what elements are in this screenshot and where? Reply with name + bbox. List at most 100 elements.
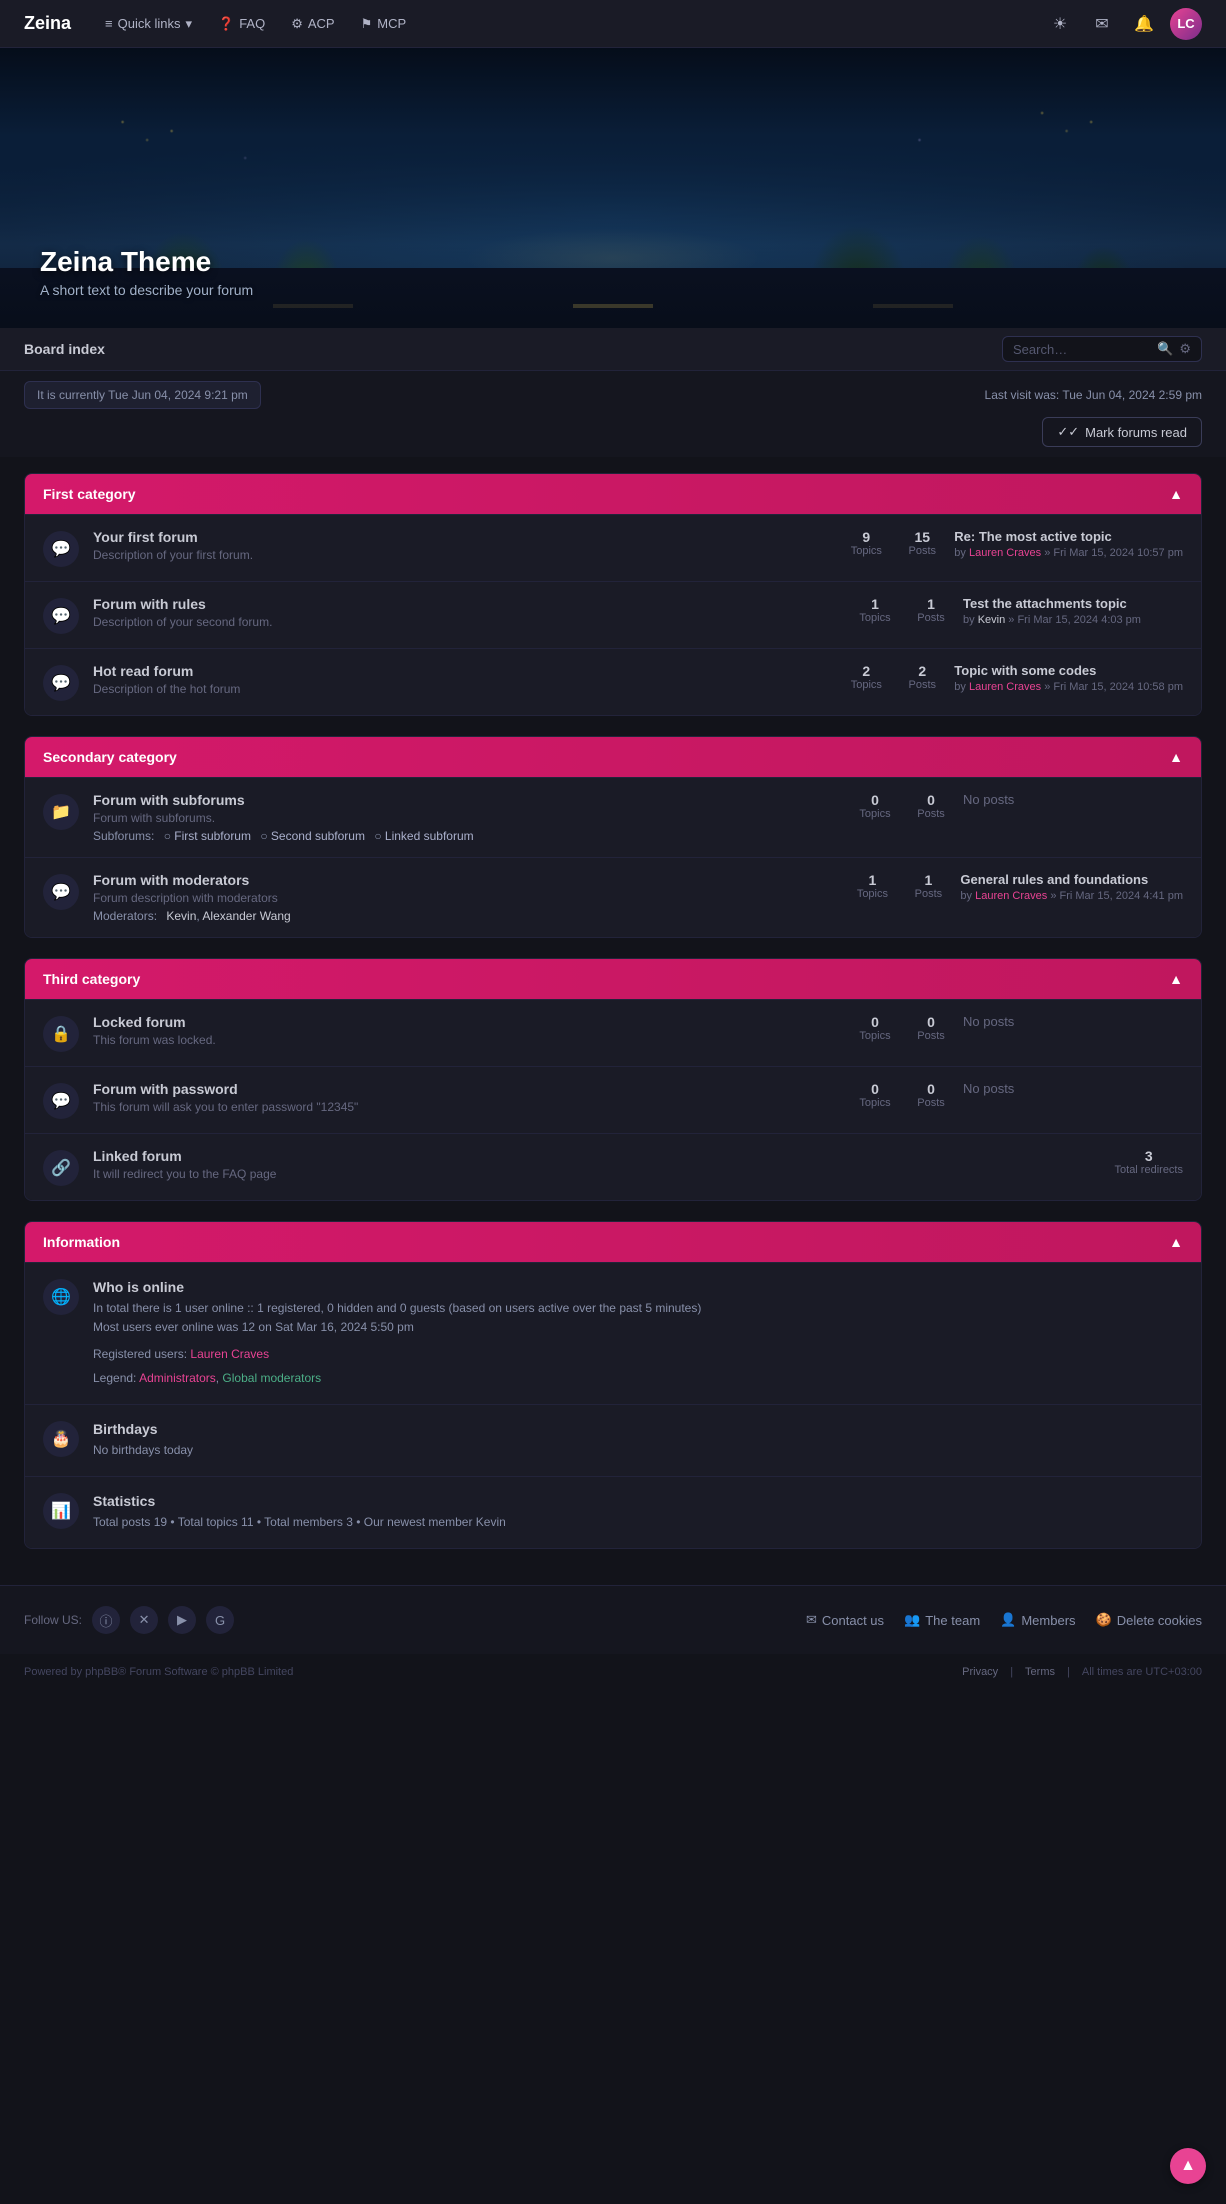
forum-row: 🔒 Locked forum This forum was locked. 0 … (25, 999, 1201, 1066)
question-icon: ❓ (218, 16, 234, 32)
subforum-link[interactable]: Linked subforum (385, 829, 474, 843)
privacy-link[interactable]: Privacy (962, 1666, 998, 1678)
forum-posts-stat: 0 Posts (913, 792, 949, 820)
search-input[interactable] (1013, 342, 1151, 357)
advanced-search-icon[interactable]: ⚙ (1179, 341, 1191, 357)
user-avatar[interactable]: LC (1170, 8, 1202, 40)
information-header[interactable]: Information ▲ (25, 1222, 1201, 1262)
forum-name[interactable]: Forum with subforums (93, 792, 843, 808)
legend: Legend: Administrators, Global moderator… (93, 1369, 1183, 1388)
messages-button[interactable]: ✉ (1086, 8, 1118, 40)
last-visit: Last visit was: Tue Jun 04, 2024 2:59 pm (985, 388, 1202, 402)
no-posts-label: No posts (963, 1014, 1183, 1029)
notifications-button[interactable]: 🔔 (1128, 8, 1160, 40)
mark-forums-read-button[interactable]: ✓✓ Mark forums read (1042, 417, 1202, 447)
last-post-author[interactable]: Lauren Craves (975, 890, 1047, 902)
forum-desc: It will redirect you to the FAQ page (93, 1167, 1101, 1181)
search-icons: 🔍 ⚙ (1157, 341, 1191, 357)
forum-chat-icon: 💬 (43, 1083, 79, 1119)
forum-last-post: Re: The most active topic by Lauren Crav… (954, 529, 1183, 559)
social-google-icon[interactable]: G (206, 1606, 234, 1634)
last-post-title[interactable]: Test the attachments topic (963, 596, 1183, 611)
search-icon[interactable]: 🔍 (1157, 341, 1173, 357)
forum-posts-stat: 2 Posts (904, 663, 940, 691)
birthdays-row: 🎂 Birthdays No birthdays today (25, 1404, 1201, 1476)
scroll-to-top-button[interactable]: ▲ (1170, 2148, 1206, 2184)
social-twitter-icon[interactable]: ✕ (130, 1606, 158, 1634)
no-posts-label: No posts (963, 792, 1183, 807)
forum-desc: This forum will ask you to enter passwor… (93, 1100, 843, 1114)
forum-row: 💬 Your first forum Description of your f… (25, 514, 1201, 581)
breadcrumb[interactable]: Board index (24, 341, 105, 357)
category-third-header[interactable]: Third category ▲ (25, 959, 1201, 999)
legend-admin[interactable]: Administrators (139, 1371, 216, 1385)
info-bar: It is currently Tue Jun 04, 2024 9:21 pm… (0, 371, 1226, 457)
theme-toggle-button[interactable]: ☀ (1044, 8, 1076, 40)
cookies-icon: 🍪 (1096, 1612, 1112, 1628)
the-team-link[interactable]: 👥 The team (904, 1612, 980, 1628)
last-post-title[interactable]: Re: The most active topic (954, 529, 1183, 544)
navbar-icons: ☀ ✉ 🔔 LC (1044, 8, 1202, 40)
gear-icon: ⚙ (291, 16, 303, 32)
forum-name[interactable]: Forum with password (93, 1081, 843, 1097)
forum-last-post: Topic with some codes by Lauren Craves »… (954, 663, 1183, 693)
last-post-author[interactable]: Kevin (978, 614, 1006, 626)
forum-main: Forum with rules Description of your sec… (93, 596, 843, 629)
information-title: Information (43, 1234, 120, 1250)
contact-us-link[interactable]: ✉ Contact us (806, 1612, 884, 1628)
forum-subforums: Subforums: ○ First subforum ○ Second sub… (93, 829, 843, 843)
navbar-acp[interactable]: ⚙ ACP (281, 10, 344, 38)
category-first-header[interactable]: First category ▲ (25, 474, 1201, 514)
last-post-title[interactable]: General rules and foundations (960, 872, 1183, 887)
footer-links: Privacy | Terms | All times are UTC+03:0… (962, 1666, 1202, 1678)
moderator-name[interactable]: Kevin (166, 909, 196, 923)
last-post-title[interactable]: Topic with some codes (954, 663, 1183, 678)
forum-lock-icon: 🔒 (43, 1016, 79, 1052)
forum-posts-stat: 1 Posts (910, 872, 946, 900)
team-icon: 👥 (904, 1612, 920, 1628)
forum-row: 🔗 Linked forum It will redirect you to t… (25, 1133, 1201, 1200)
forum-name[interactable]: Your first forum (93, 529, 834, 545)
category-first-title: First category (43, 486, 136, 502)
forum-topics-stat: 0 Topics (857, 792, 893, 820)
navbar-faq[interactable]: ❓ FAQ (208, 10, 275, 38)
copyright: Powered by phpBB® Forum Software © phpBB… (24, 1666, 293, 1678)
timezone-info: All times are UTC+03:00 (1082, 1666, 1202, 1678)
forum-row: 💬 Hot read forum Description of the hot … (25, 648, 1201, 715)
checkmark-icon: ✓✓ (1057, 424, 1079, 440)
subforum-link[interactable]: Second subforum (271, 829, 365, 843)
forum-stats: 0 Topics 0 Posts (857, 1014, 949, 1042)
delete-cookies-link[interactable]: 🍪 Delete cookies (1096, 1612, 1202, 1628)
forum-name[interactable]: Forum with rules (93, 596, 843, 612)
moderator-name[interactable]: Alexander Wang (202, 909, 290, 923)
forum-main: Forum with moderators Forum description … (93, 872, 840, 923)
category-secondary-header[interactable]: Secondary category ▲ (25, 737, 1201, 777)
category-secondary: Secondary category ▲ 📁 Forum with subfor… (24, 736, 1202, 938)
forum-redirects-stat: 3 Total redirects (1115, 1148, 1183, 1176)
forum-desc: Description of your second forum. (93, 615, 843, 629)
forum-name[interactable]: Hot read forum (93, 663, 834, 679)
forum-name[interactable]: Locked forum (93, 1014, 843, 1030)
forum-subtitle: A short text to describe your forum (40, 282, 253, 298)
last-post-author[interactable]: Lauren Craves (969, 547, 1041, 559)
forum-row: 💬 Forum with rules Description of your s… (25, 581, 1201, 648)
navbar-quicklinks[interactable]: ≡ Quick links ▾ (95, 10, 202, 38)
navbar-mcp[interactable]: ⚑ MCP (351, 10, 417, 38)
forum-topics-stat: 2 Topics (848, 663, 884, 691)
legend-mod[interactable]: Global moderators (222, 1371, 321, 1385)
members-link[interactable]: 👤 Members (1000, 1612, 1075, 1628)
navbar-links: ≡ Quick links ▾ ❓ FAQ ⚙ ACP ⚑ MCP (95, 10, 1044, 38)
last-post-meta: by Lauren Craves » Fri Mar 15, 2024 10:5… (954, 547, 1183, 559)
registered-user-link[interactable]: Lauren Craves (190, 1347, 269, 1361)
forum-name[interactable]: Forum with moderators (93, 872, 840, 888)
site-logo[interactable]: Zeina (24, 13, 71, 34)
statistics-row: 📊 Statistics Total posts 19 • Total topi… (25, 1476, 1201, 1548)
main-content: First category ▲ 💬 Your first forum Desc… (0, 457, 1226, 1585)
forum-name[interactable]: Linked forum (93, 1148, 1101, 1164)
forum-desc: Description of your first forum. (93, 548, 834, 562)
last-post-author[interactable]: Lauren Craves (969, 681, 1041, 693)
social-info-icon[interactable]: ⓘ (92, 1606, 120, 1634)
subforum-link[interactable]: First subforum (174, 829, 251, 843)
social-youtube-icon[interactable]: ▶ (168, 1606, 196, 1634)
terms-link[interactable]: Terms (1025, 1666, 1055, 1678)
